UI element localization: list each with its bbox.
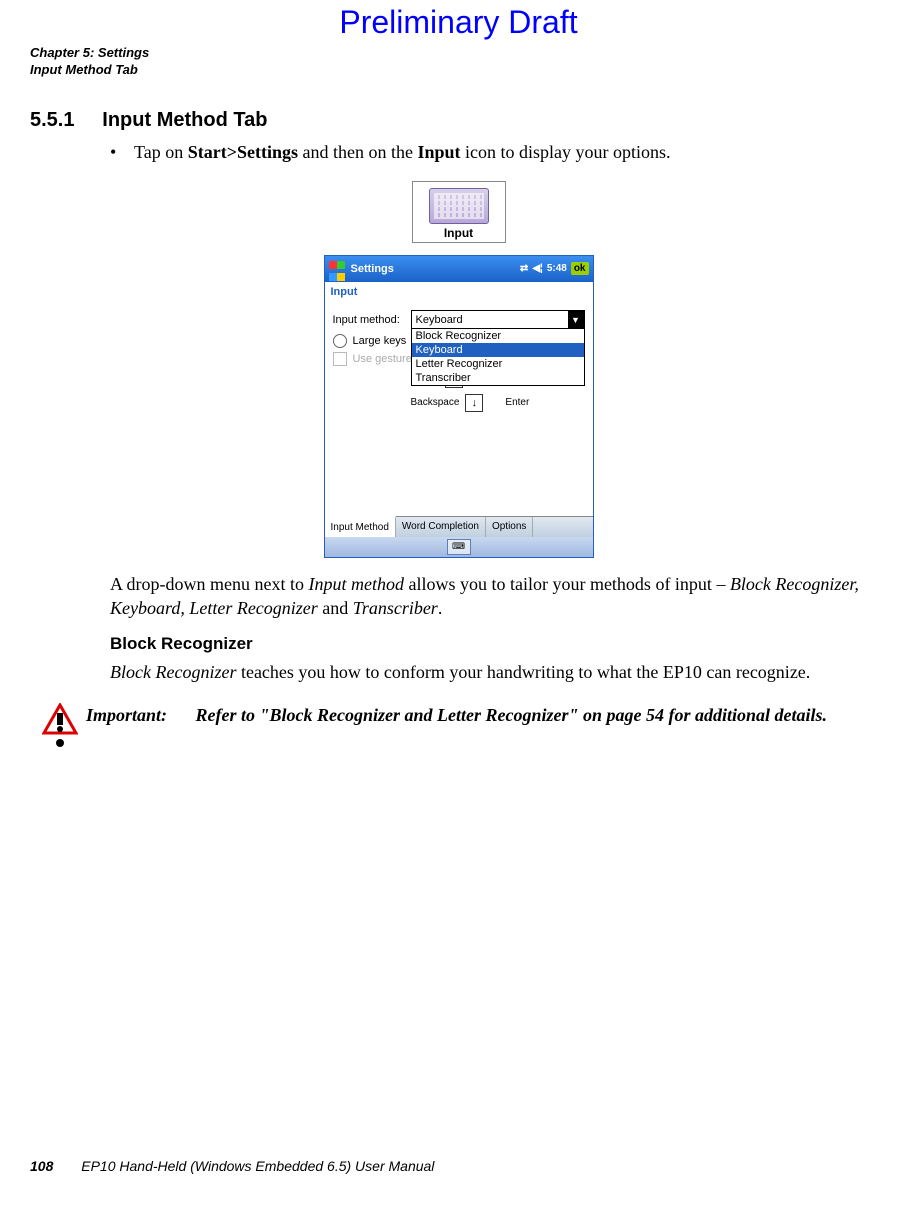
tab-input-method[interactable]: Input Method [325, 516, 396, 537]
page-header: Chapter 5: Settings Input Method Tab [30, 45, 917, 79]
select-value: Keyboard [416, 314, 463, 326]
text: . [438, 598, 443, 618]
use-gestures-label: Use gestures [353, 353, 418, 365]
input-icon-figure: Input [0, 181, 917, 243]
pda-tabs: Input Method Word Completion Options [325, 516, 593, 537]
subhead-block-recognizer: Block Recognizer [110, 634, 887, 654]
text: icon to display your options. [461, 142, 671, 162]
dropdown-option[interactable]: Block Recognizer [412, 329, 584, 343]
section-number: 5.5.1 [30, 109, 74, 131]
input-icon: Input [412, 181, 506, 243]
keyboard-icon [429, 188, 489, 224]
preliminary-draft: Preliminary Draft [0, 4, 917, 41]
text: Tap on [134, 142, 188, 162]
bold-text: Start>Settings [188, 142, 298, 162]
text: teaches you how to conform your handwrit… [236, 662, 810, 682]
pda-body: Input method: Keyboard ▼ Block Recognize… [325, 302, 593, 516]
pda-titlebar: Settings ⇄ ◀¦ 5:48 ok [325, 256, 593, 282]
chevron-down-icon[interactable]: ▼ [568, 311, 584, 329]
tab-word-completion[interactable]: Word Completion [396, 517, 486, 537]
input-method-dropdown: Block Recognizer Keyboard Letter Recogni… [411, 328, 585, 386]
manual-title: EP10 Hand-Held (Windows Embedded 6.5) Us… [81, 1158, 434, 1174]
warning-icon [42, 703, 86, 754]
use-gestures-checkbox[interactable] [333, 352, 347, 366]
important-text: Refer to "Block Recognizer and Letter Re… [196, 703, 866, 727]
dropdown-option-selected[interactable]: Keyboard [412, 343, 584, 357]
text: allows you to tailor your methods of inp… [404, 574, 730, 594]
text: and then on the [298, 142, 417, 162]
tab-options[interactable]: Options [486, 517, 533, 537]
volume-icon: ◀¦ [532, 263, 543, 274]
page-number: 108 [30, 1158, 53, 1174]
large-keys-label: Large keys [353, 335, 407, 347]
enter-label: Enter [505, 397, 529, 408]
italic-text: Input method [308, 574, 403, 594]
input-method-label: Input method: [333, 314, 411, 326]
pda-title: Settings [351, 263, 520, 275]
backspace-label: Backspace [411, 397, 460, 408]
start-flag-icon [329, 260, 347, 278]
italic-text: Block Recognizer [110, 662, 236, 682]
important-callout: Important: Refer to "Block Recognizer an… [42, 703, 887, 754]
sip-keyboard-icon[interactable]: ⌨ [447, 539, 471, 555]
header-chapter: Chapter 5: Settings [30, 45, 917, 62]
page-footer: 108 EP10 Hand-Held (Windows Embedded 6.5… [30, 1158, 434, 1174]
text: and [318, 598, 353, 618]
clock-time: 5:48 [547, 263, 567, 274]
pda-bottom-bar: ⌨ [325, 537, 593, 557]
bullet-dot: • [110, 142, 134, 163]
dropdown-option[interactable]: Letter Recognizer [412, 357, 584, 371]
bullet-instruction: • Tap on Start>Settings and then on the … [110, 142, 887, 163]
section-name: Input Method Tab [102, 109, 267, 131]
text: A drop-down menu next to [110, 574, 308, 594]
dropdown-option[interactable]: Transcriber [412, 371, 584, 385]
important-label: Important: [86, 703, 191, 727]
paragraph-dropdown-desc: A drop-down menu next to Input method al… [110, 572, 887, 621]
bullet-text: Tap on Start>Settings and then on the In… [134, 142, 671, 163]
bold-text: Input [417, 142, 460, 162]
pda-screenshot: Settings ⇄ ◀¦ 5:48 ok Input Input method… [324, 255, 594, 558]
input-icon-label: Input [423, 226, 495, 240]
connectivity-icon: ⇄ [520, 263, 528, 274]
section-title: 5.5.1 Input Method Tab [30, 109, 917, 132]
input-method-select[interactable]: Keyboard ▼ [411, 310, 585, 330]
paragraph-block-recognizer: Block Recognizer teaches you how to conf… [110, 660, 887, 684]
header-topic: Input Method Tab [30, 62, 917, 79]
large-keys-radio[interactable] [333, 334, 347, 348]
pda-status-icons: ⇄ ◀¦ 5:48 ok [520, 262, 589, 275]
ok-button[interactable]: ok [571, 262, 589, 275]
backspace-gesture-icon: ↓ [465, 394, 483, 412]
italic-text: Transcriber [353, 598, 438, 618]
pda-screen-title: Input [325, 282, 593, 302]
